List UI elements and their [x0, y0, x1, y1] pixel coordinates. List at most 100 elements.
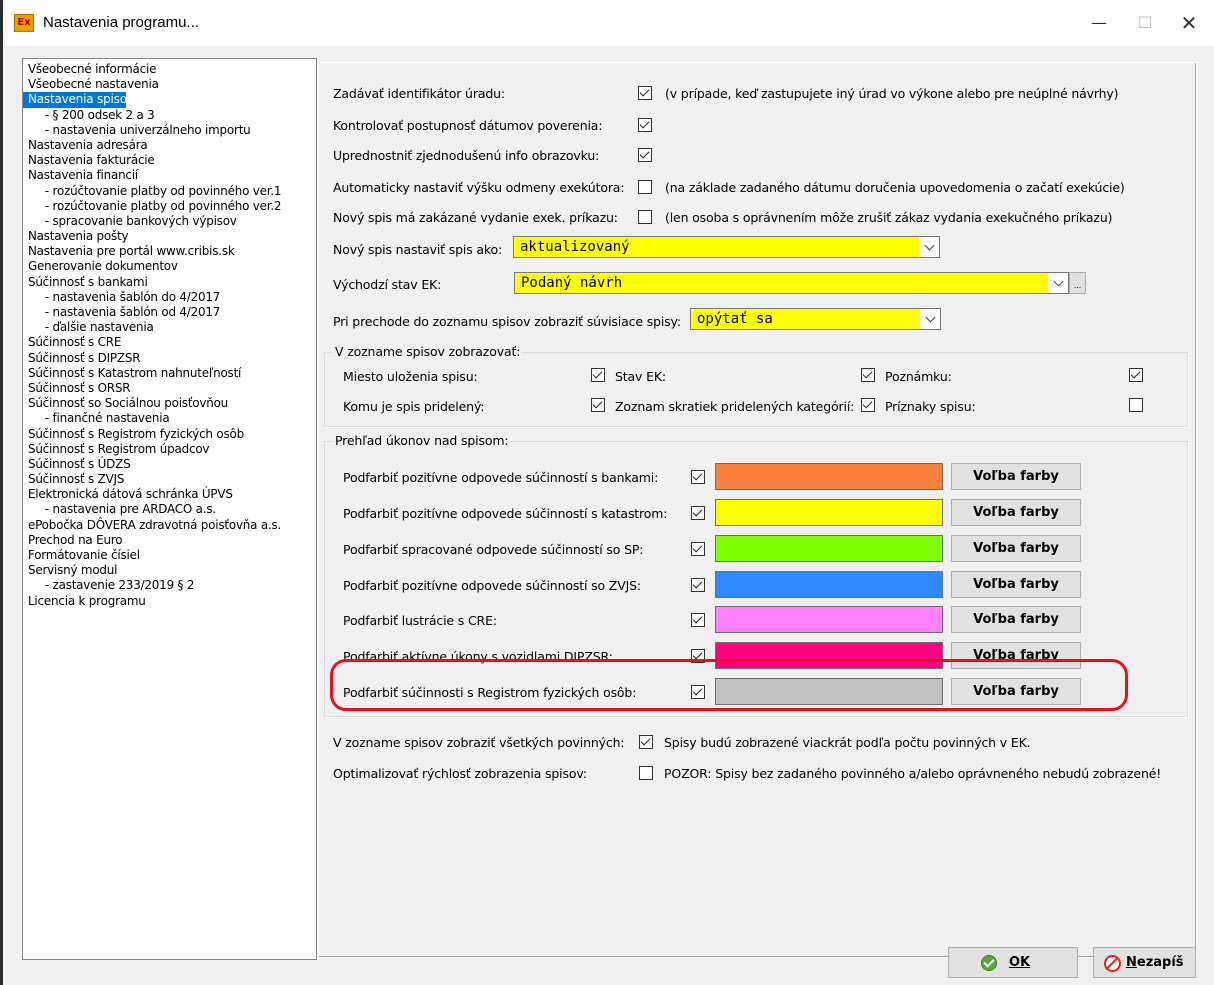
- tree-item[interactable]: - rozúčtovanie platby od povinného ver.1: [23, 184, 314, 199]
- tree-item[interactable]: Nastavenia pre portál www.cribis.sk: [23, 244, 314, 259]
- office-id-checkbox[interactable]: [638, 86, 652, 100]
- ban-order-checkbox[interactable]: [638, 210, 652, 224]
- chevron-down-icon[interactable]: [920, 309, 940, 329]
- storage-checkbox[interactable]: [591, 368, 605, 382]
- optimize-checkbox[interactable]: [639, 766, 653, 780]
- note-label: Poznámku:: [885, 369, 952, 384]
- new-file-as-select[interactable]: aktualizovaný: [513, 236, 940, 258]
- color-swatch: [715, 571, 943, 598]
- date-order-checkbox[interactable]: [638, 118, 652, 132]
- overview-row-checkbox[interactable]: [691, 542, 705, 556]
- tree-item[interactable]: Servisný modul: [23, 563, 314, 578]
- new-file-as-value: aktualizovaný: [520, 239, 630, 255]
- choose-color-button[interactable]: Voľba farby: [951, 535, 1081, 562]
- color-swatch: [715, 535, 943, 562]
- default-state-more-button[interactable]: ...: [1069, 272, 1086, 294]
- default-state-value: Podaný návrh: [521, 275, 623, 291]
- tree-item[interactable]: - rozúčtovanie platby od povinného ver.2: [23, 199, 314, 214]
- tree-item[interactable]: - zastavenie 233/2019 § 2: [23, 578, 314, 593]
- tree-item[interactable]: ePobočka DÔVERA zdravotná poisťovňa a.s.: [23, 518, 314, 533]
- overview-row-checkbox[interactable]: [691, 613, 705, 627]
- no-entry-icon: [1104, 955, 1121, 972]
- tree-item[interactable]: Prechod na Euro: [23, 533, 314, 548]
- overview-row-checkbox[interactable]: [691, 470, 705, 484]
- related-files-value: opýtať sa: [697, 311, 773, 327]
- settings-tree[interactable]: Všeobecné informácie Všeobecné nastavenia…: [22, 58, 317, 960]
- overview-row-checkbox[interactable]: [691, 578, 705, 592]
- tree-item[interactable]: - ďalšie nastavenia: [23, 320, 314, 335]
- overview-row-checkbox[interactable]: [691, 506, 705, 520]
- chevron-down-icon[interactable]: [1048, 273, 1068, 293]
- choose-color-button[interactable]: Voľba farby: [951, 463, 1081, 490]
- tree-item[interactable]: Súčinnosť s Katastrom nahnuteľností: [23, 366, 314, 381]
- tree-item[interactable]: Súčinnosť s ZVJS: [23, 472, 314, 487]
- close-button[interactable]: ✕: [1166, 6, 1212, 40]
- auto-fee-checkbox[interactable]: [638, 180, 652, 194]
- tree-item[interactable]: Licencia k programu: [23, 594, 314, 609]
- color-swatch: [715, 606, 943, 633]
- all-debtors-note: Spisy budú zobrazené viackrát podľa počt…: [664, 735, 1031, 750]
- all-debtors-checkbox[interactable]: [639, 735, 653, 749]
- assigned-checkbox[interactable]: [591, 398, 605, 412]
- choose-color-button[interactable]: Voľba farby: [951, 606, 1081, 633]
- tree-item[interactable]: Súčinnosť so Sociálnou poisťovňou: [23, 396, 314, 411]
- new-file-as-label: Nový spis nastaviť spis ako:: [333, 242, 503, 257]
- categories-checkbox[interactable]: [861, 398, 875, 412]
- tree-item[interactable]: Všeobecné nastavenia: [23, 77, 314, 92]
- auto-fee-label: Automaticky nastaviť výšku odmeny exekút…: [333, 180, 625, 195]
- cancel-button[interactable]: Nezapíš: [1093, 947, 1196, 978]
- optimize-note: POZOR: Spisy bez zadaného povinného a/al…: [664, 766, 1162, 781]
- state-checkbox[interactable]: [861, 368, 875, 382]
- choose-color-button[interactable]: Voľba farby: [951, 571, 1081, 598]
- related-files-select[interactable]: opýtať sa: [690, 308, 941, 330]
- window-left-border: [0, 0, 3, 985]
- check-circle-icon: [981, 955, 997, 971]
- tree-item[interactable]: Formátovanie čísiel: [23, 548, 314, 563]
- choose-color-button[interactable]: Voľba farby: [951, 499, 1081, 526]
- tree-item[interactable]: Elektronická dátová schránka ÚPVS: [23, 487, 314, 502]
- tree-item[interactable]: - nastavenia univerzálneho importu: [23, 123, 314, 138]
- tree-item[interactable]: - nastavenia pre ARDACO a.s.: [23, 502, 314, 517]
- office-id-label: Zadávať identifikátor úradu:: [333, 86, 505, 101]
- chevron-down-icon[interactable]: [919, 237, 939, 257]
- optimize-label: Optimalizovať rýchlosť zobrazenia spisov…: [333, 766, 587, 781]
- tree-item[interactable]: Všeobecné informácie: [23, 62, 314, 77]
- default-state-select[interactable]: Podaný návrh: [514, 272, 1069, 294]
- tree-item[interactable]: - nastavenia šablón do 4/2017: [23, 290, 314, 305]
- tree-item[interactable]: Súčinnosť s CRE: [23, 335, 314, 350]
- tree-item[interactable]: Súčinnosť s bankami: [23, 275, 314, 290]
- cancel-button-label: Nezapíš: [1126, 955, 1184, 970]
- flags-label: Príznaky spisu:: [885, 399, 976, 414]
- maximize-button[interactable]: ☐: [1122, 6, 1168, 40]
- tree-item[interactable]: - spracovanie bankových výpisov: [23, 214, 314, 229]
- tree-item[interactable]: - nastavenia šablón od 4/2017: [23, 305, 314, 320]
- tree-item[interactable]: Nastavenia pošty: [23, 229, 314, 244]
- tree-item[interactable]: Generovanie dokumentov: [23, 259, 314, 274]
- overview-row-label: Podfarbiť spracované odpovede súčinností…: [343, 542, 644, 557]
- tree-item[interactable]: Súčinnosť s ORSR: [23, 381, 314, 396]
- related-files-label: Pri prechode do zoznamu spisov zobraziť …: [333, 314, 681, 329]
- ok-button[interactable]: OK: [948, 947, 1078, 978]
- app-icon: Ex: [14, 14, 34, 32]
- assigned-label: Komu je spis pridelený:: [343, 399, 485, 414]
- highlight-annotation: [330, 659, 1128, 711]
- tree-item[interactable]: Nastavenia adresára: [23, 138, 314, 153]
- simple-info-checkbox[interactable]: [638, 148, 652, 162]
- minimize-button[interactable]: —: [1076, 6, 1122, 40]
- ban-order-label: Nový spis má zakázané vydanie exek. prík…: [333, 210, 618, 225]
- all-debtors-label: V zozname spisov zobraziť všetkých povin…: [333, 735, 625, 750]
- title-bar: Ex Nastavenia programu... — ☐ ✕: [3, 0, 1214, 46]
- tree-item[interactable]: Nastavenia spisov: [23, 92, 134, 108]
- tree-item[interactable]: Nastavenia fakturácie: [23, 153, 314, 168]
- overview-row-label: Podfarbiť pozitívne odpovede súčinností …: [343, 506, 668, 521]
- note-checkbox[interactable]: [1129, 368, 1143, 382]
- tree-item[interactable]: - § 200 odsek 2 a 3: [23, 108, 314, 123]
- tree-item[interactable]: Nastavenia financií: [23, 168, 314, 183]
- flags-checkbox[interactable]: [1129, 398, 1143, 412]
- color-swatch: [715, 499, 943, 526]
- tree-item[interactable]: Súčinnosť s ÚDZS: [23, 457, 314, 472]
- tree-item[interactable]: - finančné nastavenia: [23, 411, 314, 426]
- tree-item[interactable]: Súčinnosť s Registrom fyzických osôb: [23, 427, 314, 442]
- tree-item[interactable]: Súčinnosť s DIPZSR: [23, 351, 314, 366]
- tree-item[interactable]: Súčinnosť s Registrom úpadcov: [23, 442, 314, 457]
